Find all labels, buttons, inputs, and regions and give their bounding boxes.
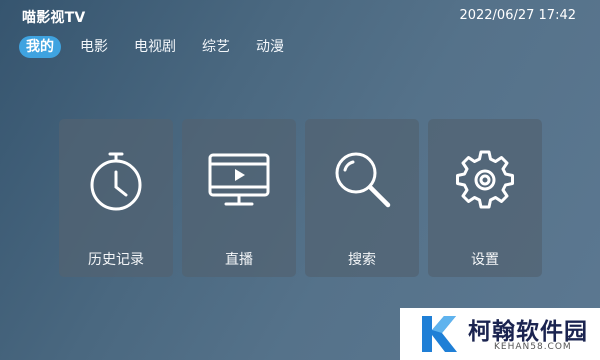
- search-label: 搜索: [348, 252, 376, 268]
- tab-mine[interactable]: 我的: [19, 36, 61, 58]
- gear-icon: [456, 150, 514, 209]
- live-card[interactable]: 直播: [182, 119, 296, 277]
- tab-tv-series[interactable]: 电视剧: [127, 36, 183, 58]
- tab-variety[interactable]: 综艺: [195, 36, 237, 58]
- tab-anime[interactable]: 动漫: [249, 36, 291, 58]
- history-card[interactable]: 历史记录: [59, 119, 173, 277]
- watermark-text: 柯翰软件园: [468, 319, 588, 345]
- category-tabs: 我的 电影 电视剧 综艺 动漫: [19, 36, 303, 58]
- kehan-logo-icon: [422, 316, 457, 352]
- settings-card[interactable]: 设置: [428, 119, 542, 277]
- stopwatch-icon: [90, 152, 142, 211]
- tab-movies[interactable]: 电影: [73, 36, 115, 58]
- search-card[interactable]: 搜索: [305, 119, 419, 277]
- tv-play-icon: [208, 153, 270, 206]
- live-label: 直播: [225, 252, 253, 268]
- app-title: 喵影视TV: [22, 10, 86, 26]
- watermark: 柯翰软件园 KEHAN58.COM: [400, 308, 600, 360]
- watermark-url: KEHAN58.COM: [494, 342, 572, 352]
- clock: 2022/06/27 17:42: [459, 8, 576, 23]
- settings-label: 设置: [471, 252, 499, 268]
- magnifier-icon: [335, 152, 391, 208]
- feature-cards: 历史记录 直播 搜索 设置: [59, 119, 542, 277]
- history-label: 历史记录: [88, 252, 144, 268]
